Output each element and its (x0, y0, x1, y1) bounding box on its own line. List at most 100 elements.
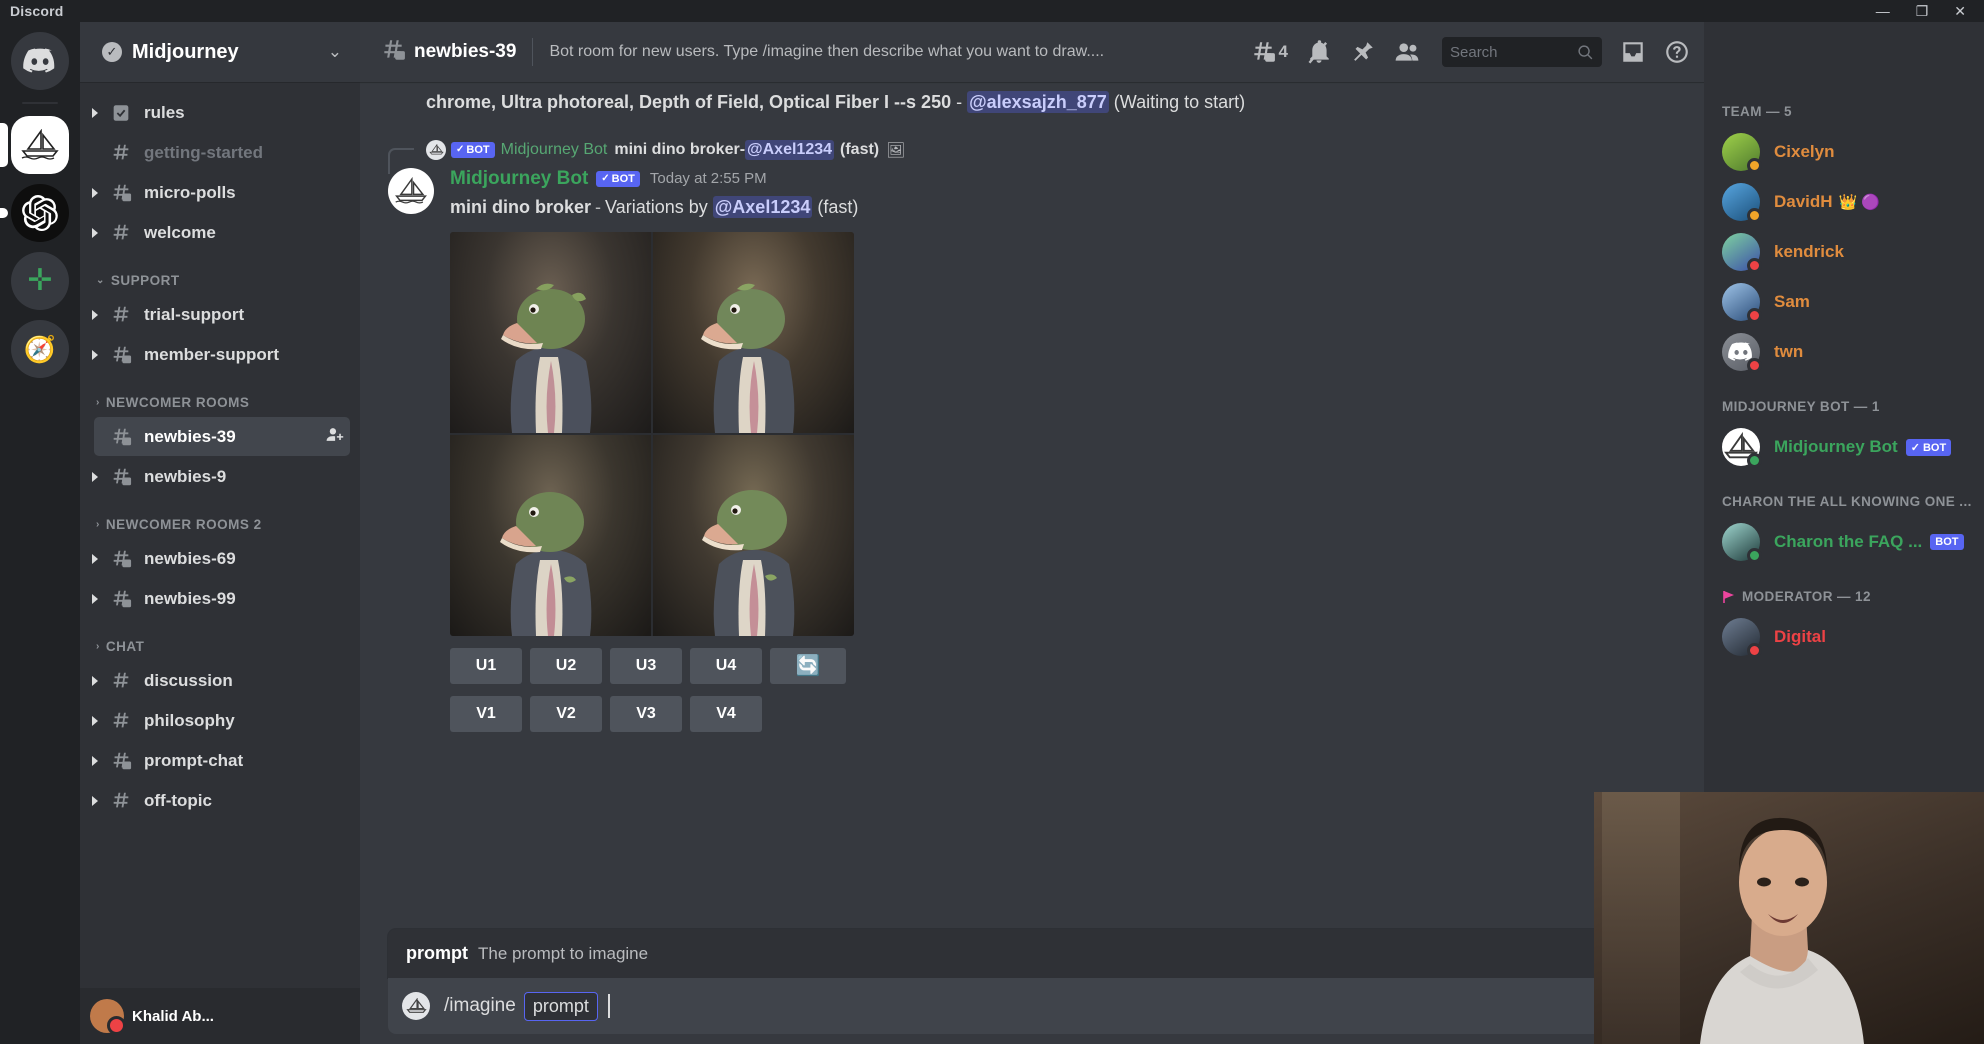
upscale-button-u1[interactable]: U1 (450, 648, 522, 684)
sidebar-item-prompt-chat[interactable]: prompt-chat (94, 741, 350, 780)
channel-category-newcomer-rooms-2[interactable]: ›NEWCOMER ROOMS 2 (80, 497, 360, 538)
member-name: kendrick (1774, 242, 1844, 262)
sidebar-item-discussion[interactable]: discussion (94, 661, 350, 700)
unread-caret-icon (92, 228, 98, 238)
variation-button-v4[interactable]: V4 (690, 696, 762, 732)
channel-sidebar: ✓ Midjourney ⌄ rulesgetting-startedmicro… (80, 0, 360, 1044)
chevron-down-icon[interactable]: ⌄ (328, 42, 342, 62)
reroll-button[interactable]: 🔄 (770, 648, 846, 684)
sidebar-item-newbies-39[interactable]: newbies-39 (94, 417, 350, 456)
message-input[interactable]: /imagine prompt 🙂 (388, 978, 1684, 1034)
upscale-button-u2[interactable]: U2 (530, 648, 602, 684)
upscale-button-u3[interactable]: U3 (610, 648, 682, 684)
variation-button-v3[interactable]: V3 (610, 696, 682, 732)
search-icon (1577, 44, 1594, 61)
rail-item-explore-servers[interactable]: 🧭 (11, 320, 69, 378)
channel-category-support[interactable]: ⌄SUPPORT (80, 253, 360, 294)
inbox-icon[interactable] (1620, 39, 1646, 65)
message-header: Midjourney Bot ✓BOT Today at 2:55 PM (450, 168, 1684, 190)
variation-button-v2[interactable]: V2 (530, 696, 602, 732)
hash-thread-icon (110, 466, 136, 488)
reply-reference[interactable]: ✓BOT Midjourney Bot mini dino broker - @… (388, 138, 1684, 162)
member-list-item[interactable]: Cixelyn (1704, 127, 1984, 177)
unread-caret-icon (92, 676, 98, 686)
minimize-icon[interactable]: — (1876, 4, 1890, 18)
grid-image-3[interactable] (450, 435, 651, 636)
upscale-button-u4[interactable]: U4 (690, 648, 762, 684)
pin-icon[interactable] (1350, 39, 1376, 65)
grid-image-4[interactable] (653, 435, 854, 636)
grid-image-1[interactable] (450, 232, 651, 433)
member-list-item[interactable]: Midjourney Bot✓ BOT (1704, 422, 1984, 472)
avatar (1722, 183, 1760, 221)
channel-category-chat[interactable]: ›CHAT (80, 619, 360, 660)
command-argument-chip[interactable]: prompt (524, 992, 598, 1021)
rail-item-midjourney-server[interactable] (11, 116, 69, 174)
sidebar-item-newbies-69[interactable]: newbies-69 (94, 539, 350, 578)
user-mention[interactable]: @Axel1234 (713, 196, 813, 218)
slash-command-suggestion[interactable]: prompt The prompt to imagine (388, 929, 1684, 978)
sidebar-item-micro-polls[interactable]: micro-polls (94, 173, 350, 212)
sidebar-item-off-topic[interactable]: off-topic (94, 781, 350, 820)
help-icon[interactable] (1664, 39, 1690, 65)
unread-caret-icon (92, 188, 98, 198)
channel-topic: Bot room for new users. Type /imagine th… (549, 43, 1235, 61)
avatar (1722, 428, 1760, 466)
message-dash: - (591, 197, 605, 217)
member-list-item[interactable]: Charon the FAQ ...BOT (1704, 517, 1984, 567)
hash-thread-icon (380, 37, 414, 68)
bot-badge: ✓BOT (596, 171, 640, 187)
guild-header[interactable]: ✓ Midjourney ⌄ (80, 22, 360, 82)
unread-caret-icon (92, 796, 98, 806)
member-category-team-5: TEAM — 5 (1704, 82, 1984, 127)
member-list-item[interactable]: kendrick (1704, 227, 1984, 277)
channel-category-newcomer-rooms[interactable]: ›NEWCOMER ROOMS (80, 375, 360, 416)
avatar (426, 140, 446, 160)
close-icon[interactable]: ✕ (1954, 4, 1966, 18)
reply-author-name[interactable]: Midjourney Bot (501, 141, 608, 159)
variation-button-row: V1V2V3V4 (450, 696, 1684, 732)
search-input[interactable]: Search (1442, 37, 1602, 67)
message-author[interactable]: Midjourney Bot (450, 168, 588, 190)
image-grid-attachment[interactable] (450, 232, 854, 636)
member-list-item[interactable]: twn (1704, 327, 1984, 377)
sidebar-item-getting-started[interactable]: getting-started (94, 133, 350, 172)
member-list-item[interactable]: Digital (1704, 612, 1984, 662)
previous-prompt-text: chrome, Ultra photoreal, Depth of Field,… (426, 92, 951, 112)
rail-item-add-server[interactable]: ✛ (11, 252, 69, 310)
rail-item-openai-server[interactable] (11, 184, 69, 242)
grid-image-2[interactable] (653, 232, 854, 433)
sidebar-item-rules[interactable]: rules (94, 93, 350, 132)
sidebar-item-newbies-9[interactable]: newbies-9 (94, 457, 350, 496)
member-list-item[interactable]: Sam (1704, 277, 1984, 327)
message-list[interactable]: chrome, Ultra photoreal, Depth of Field,… (360, 82, 1704, 929)
channel-name: off-topic (144, 791, 212, 811)
sidebar-item-philosophy[interactable]: philosophy (94, 701, 350, 740)
hash-icon (110, 142, 136, 164)
rail-item-discord-home[interactable] (11, 32, 69, 90)
user-panel[interactable]: Khalid Ab... (80, 988, 360, 1044)
user-mention[interactable]: @alexsajzh_877 (967, 91, 1109, 113)
midjourney-boat-icon (11, 116, 69, 174)
sidebar-item-welcome[interactable]: welcome (94, 213, 350, 252)
hash-thread-icon (110, 344, 136, 366)
member-name: Digital (1774, 627, 1826, 647)
member-list-item[interactable]: DavidH👑 🟣 (1704, 177, 1984, 227)
add-member-icon[interactable] (325, 425, 344, 449)
reply-spine-line (388, 148, 414, 174)
chevron-right-icon: › (96, 519, 100, 530)
maximize-icon[interactable]: ❐ (1916, 4, 1929, 18)
status-badge (1747, 208, 1762, 223)
sidebar-item-member-support[interactable]: member-support (94, 335, 350, 374)
previous-dash: - (951, 92, 967, 112)
user-mention[interactable]: @Axel1234 (745, 140, 834, 160)
main-content: newbies-39 Bot room for new users. Type … (360, 0, 1704, 1044)
members-icon[interactable] (1394, 39, 1420, 65)
category-label: SUPPORT (111, 273, 180, 288)
mute-bell-icon[interactable] (1306, 39, 1332, 65)
threads-icon[interactable]: 4 (1250, 39, 1288, 65)
sidebar-item-newbies-99[interactable]: newbies-99 (94, 579, 350, 618)
avatar[interactable] (388, 168, 434, 214)
variation-button-v1[interactable]: V1 (450, 696, 522, 732)
sidebar-item-trial-support[interactable]: trial-support (94, 295, 350, 334)
